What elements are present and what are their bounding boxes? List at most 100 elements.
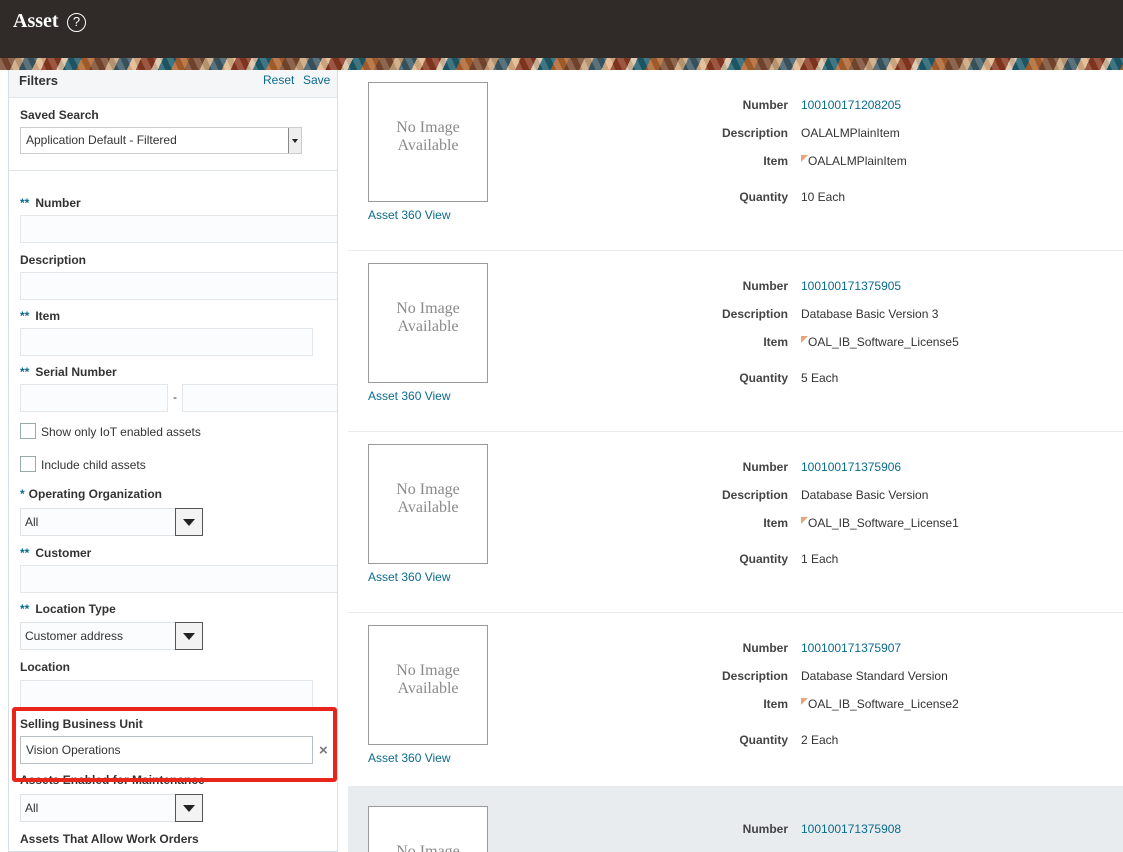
item-label: Item <box>763 154 788 168</box>
asset-360-link[interactable]: Asset 360 View <box>368 389 451 403</box>
item-input[interactable] <box>20 328 313 356</box>
quantity-label: Quantity <box>739 552 788 566</box>
work-orders-label: Assets That Allow Work Orders <box>20 832 199 846</box>
number-label: Number <box>742 279 788 293</box>
required-marker: ** <box>20 309 30 323</box>
customer-label: ** Customer <box>20 546 92 560</box>
child-assets-checkbox-label: Include child assets <box>41 458 146 472</box>
chevron-down-icon[interactable] <box>175 794 203 822</box>
quantity-label: Quantity <box>739 371 788 385</box>
no-image-placeholder: No Image Available <box>368 625 488 745</box>
asset-quantity: 1 Each <box>801 552 839 566</box>
saved-search-value: Application Default - Filtered <box>26 133 177 147</box>
asset-item: OAL_IB_Software_License1 <box>801 516 959 530</box>
operating-org-label: * Operating Organization <box>20 487 163 501</box>
highlight-box <box>12 707 337 782</box>
reset-link[interactable]: Reset <box>263 73 294 87</box>
asset-quantity: 10 Each <box>801 190 846 204</box>
description-label: Description <box>20 253 87 267</box>
flag-icon <box>801 517 808 524</box>
number-label: Number <box>742 460 788 474</box>
asset-item: OAL_IB_Software_License5 <box>801 335 959 349</box>
asset-item: OAL_IB_Software_License2 <box>801 697 959 711</box>
customer-input[interactable] <box>20 565 337 593</box>
asset-card: No Image Available Number 10010017137590… <box>348 786 1123 852</box>
operating-org-select[interactable]: All <box>20 508 203 536</box>
asset-results: No Image Available Asset 360 View Number… <box>348 70 1123 852</box>
chevron-down-icon[interactable] <box>175 508 203 536</box>
no-image-placeholder: No Image Available <box>368 263 488 383</box>
description-label: Description <box>721 488 788 502</box>
decorative-banner <box>0 58 1123 70</box>
location-type-select[interactable]: Customer address <box>20 622 203 650</box>
asset-card: No Image Available Asset 360 View Number… <box>348 613 1123 794</box>
asset-description: Database Standard Version <box>801 669 948 683</box>
asset-number-link[interactable]: 100100171375907 <box>801 641 901 655</box>
child-assets-checkbox[interactable] <box>20 456 36 472</box>
required-marker: ** <box>20 365 30 379</box>
asset-quantity: 5 Each <box>801 371 839 385</box>
flag-icon <box>801 698 808 705</box>
required-marker: ** <box>20 546 30 560</box>
saved-search-label: Saved Search <box>20 108 99 122</box>
saved-search-select[interactable]: Application Default - Filtered <box>20 127 302 154</box>
no-image-placeholder: No Image Available <box>368 806 488 852</box>
item-label: Item <box>763 697 788 711</box>
location-input[interactable] <box>20 680 313 708</box>
asset-360-link[interactable]: Asset 360 View <box>368 751 451 765</box>
asset-item: OALALMPlainItem <box>801 154 907 168</box>
serial-separator: - <box>173 390 177 404</box>
no-image-placeholder: No Image Available <box>368 82 488 202</box>
number-label: Number <box>742 822 788 836</box>
description-label: Description <box>721 669 788 683</box>
asset-description: OALALMPlainItem <box>801 126 900 140</box>
header-bar: Asset ? <box>0 0 1123 58</box>
asset-number-link[interactable]: 100100171375905 <box>801 279 901 293</box>
number-label: Number <box>742 641 788 655</box>
location-label: Location <box>20 660 70 674</box>
asset-360-link[interactable]: Asset 360 View <box>368 208 451 222</box>
number-label: Number <box>742 98 788 112</box>
description-input[interactable] <box>20 272 337 300</box>
asset-360-link[interactable]: Asset 360 View <box>368 570 451 584</box>
quantity-label: Quantity <box>739 733 788 747</box>
location-type-value: Customer address <box>25 629 124 643</box>
save-link[interactable]: Save <box>303 73 330 87</box>
required-marker: ** <box>20 196 30 210</box>
asset-card: No Image Available Asset 360 View Number… <box>348 70 1123 251</box>
item-label: ** Item <box>20 309 61 323</box>
chevron-down-icon[interactable] <box>288 128 301 153</box>
iot-checkbox-label: Show only IoT enabled assets <box>41 425 201 439</box>
iot-checkbox[interactable] <box>20 423 36 439</box>
asset-number-link[interactable]: 100100171375908 <box>801 822 901 836</box>
page-title: Asset <box>13 10 59 32</box>
serial-from-input[interactable] <box>20 384 168 412</box>
location-type-label: ** Location Type <box>20 602 116 616</box>
maintenance-select[interactable]: All <box>20 794 203 822</box>
chevron-down-icon[interactable] <box>175 622 203 650</box>
asset-quantity: 2 Each <box>801 733 839 747</box>
number-label: ** Number <box>20 196 81 210</box>
operating-org-value: All <box>25 515 39 529</box>
quantity-label: Quantity <box>739 190 788 204</box>
item-label: Item <box>763 516 788 530</box>
serial-to-input[interactable] <box>182 384 337 412</box>
asset-card: No Image Available Asset 360 View Number… <box>348 432 1123 613</box>
description-label: Description <box>721 126 788 140</box>
asset-number-link[interactable]: 100100171208205 <box>801 98 901 112</box>
flag-icon <box>801 155 808 162</box>
no-image-placeholder: No Image Available <box>368 444 488 564</box>
flag-icon <box>801 336 808 343</box>
help-icon[interactable]: ? <box>67 13 86 32</box>
filters-header: Filters Reset Save <box>9 70 337 98</box>
divider <box>9 170 337 171</box>
number-input[interactable] <box>20 215 337 243</box>
maintenance-value: All <box>25 801 39 815</box>
filters-title: Filters <box>19 73 59 88</box>
required-marker: * <box>20 487 25 501</box>
serial-number-label: ** Serial Number <box>20 365 117 379</box>
asset-number-link[interactable]: 100100171375906 <box>801 460 901 474</box>
asset-card: No Image Available Asset 360 View Number… <box>348 251 1123 432</box>
item-label: Item <box>763 335 788 349</box>
asset-description: Database Basic Version 3 <box>801 307 939 321</box>
